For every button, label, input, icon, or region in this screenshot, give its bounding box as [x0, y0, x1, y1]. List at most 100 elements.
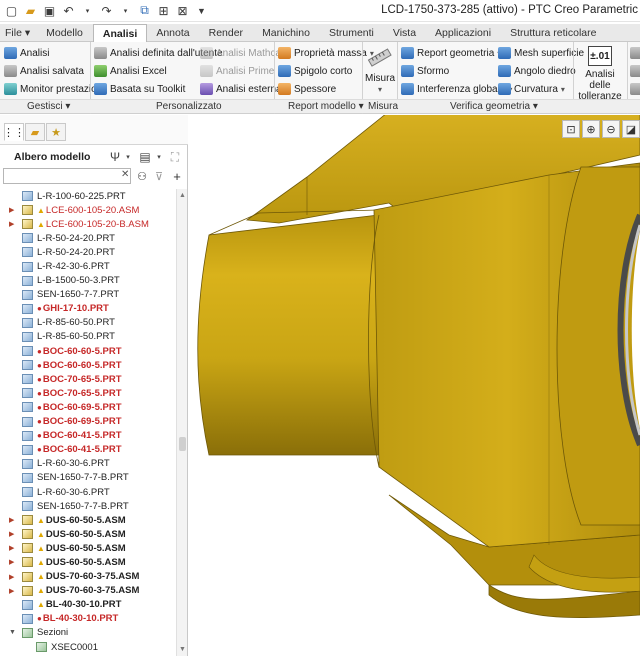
tab-vista[interactable]: Vista [384, 24, 426, 42]
zoom-in-icon[interactable]: ⊕ [582, 120, 600, 138]
scroll-thumb[interactable] [179, 437, 186, 451]
filter-icon[interactable]: ⊽ [152, 169, 166, 183]
tree-item-part[interactable]: L-R-42-30-6.PRT [0, 259, 175, 273]
spessore-button[interactable]: Spessore [278, 81, 336, 97]
add-icon[interactable]: + [170, 169, 184, 184]
new-icon[interactable]: ▢ [3, 2, 20, 19]
zoom-fit-icon[interactable]: ⊡ [562, 120, 580, 138]
misura-button[interactable]: Misura ▾ [365, 46, 395, 95]
tree-scrollbar[interactable]: ▲ ▼ [176, 189, 187, 656]
tab-annota[interactable]: Annota [147, 24, 199, 42]
binoculars-icon[interactable]: ⚇ [135, 169, 149, 183]
interferenza-globale-button[interactable]: Interferenza globale ▾ [401, 81, 512, 97]
tab-applicazioni[interactable]: Applicazioni [426, 24, 501, 42]
tree-item-part[interactable]: L-R-85-60-50.PRT [0, 330, 175, 344]
tree-item-section[interactable]: XSEC0001 [0, 640, 175, 654]
curvatura-button[interactable]: Curvatura ▾ [498, 81, 565, 97]
tree-item-part[interactable]: L-R-100-60-225.PRT [0, 189, 175, 203]
tab-modello[interactable]: Modello [37, 24, 93, 42]
expand-icon[interactable]: ▶ [9, 544, 17, 552]
chevron-down-icon[interactable]: ▾ [120, 149, 136, 165]
model-3d-view[interactable] [189, 115, 640, 656]
expand-icon[interactable]: ▶ [9, 206, 17, 214]
tree-item-part[interactable]: L-R-50-24-20.PRT [0, 231, 175, 245]
tree-item-part[interactable]: ● BOC-60-60-5.PRT [0, 358, 175, 372]
tree-item-assembly[interactable]: ▶ ▲ DUS-60-50-5.ASM [0, 527, 175, 541]
analisi-salvata-button[interactable]: Analisi salvata [4, 63, 84, 79]
more-analysis-button[interactable] [630, 81, 640, 97]
graphics-area[interactable]: ⊡ ⊕ ⊖ ◪ [189, 115, 640, 656]
analisi-button[interactable]: Analisi [4, 45, 49, 61]
expand-icon[interactable]: ▶ [9, 220, 17, 228]
close-window-icon[interactable]: ⊠ [174, 2, 191, 19]
undo-icon[interactable]: ↶ [60, 2, 77, 19]
basata-toolkit-button[interactable]: Basata su Toolkit [94, 81, 185, 97]
tree-item-part[interactable]: ● GHI-17-10.PRT [0, 302, 175, 316]
tree-item-assembly[interactable]: ▶ ▲ DUS-70-60-3-75.ASM [0, 584, 175, 598]
tree-item-part[interactable]: ● BOC-60-60-5.PRT [0, 344, 175, 358]
dropdown-icon[interactable]: ▾ [117, 2, 134, 19]
tab-folder-browser[interactable]: ▰ [25, 123, 45, 141]
tree-item-part[interactable]: L-R-60-30-6.PRT [0, 457, 175, 471]
tree-item-assembly[interactable]: ▶ ▲ DUS-60-50-5.ASM [0, 541, 175, 555]
tree-item-section[interactable]: ▼ Sezioni [0, 626, 175, 640]
repaint-icon[interactable]: ◪ [622, 120, 640, 138]
tree-item-part[interactable]: ● BOC-60-41-5.PRT [0, 443, 175, 457]
tree-item-assembly[interactable]: ▶ ▲ DUS-60-50-5.ASM [0, 513, 175, 527]
tab-model-tree[interactable]: ⋮⋮ [3, 123, 25, 141]
scroll-down-icon[interactable]: ▼ [178, 645, 187, 654]
tab-render[interactable]: Render [200, 24, 253, 42]
scroll-up-icon[interactable]: ▲ [178, 191, 187, 200]
tree-item-part[interactable]: SEN-1650-7-7-B.PRT [0, 471, 175, 485]
customize-icon[interactable]: ▼ [193, 2, 210, 19]
more-analysis-button[interactable] [630, 63, 640, 79]
tree-item-part[interactable]: L-B-1500-50-3.PRT [0, 274, 175, 288]
tree-item-part[interactable]: ● BOC-60-69-5.PRT [0, 400, 175, 414]
tab-manichino[interactable]: Manichino [253, 24, 320, 42]
angolo-diedro-button[interactable]: Angolo diedro [498, 63, 576, 79]
tree-item-part[interactable]: ● BOC-70-65-5.PRT [0, 386, 175, 400]
expand-icon[interactable]: ▶ [9, 516, 17, 524]
tree-item-part[interactable]: ● BOC-60-69-5.PRT [0, 415, 175, 429]
tab-analisi[interactable]: Analisi [92, 24, 148, 43]
tree-item-part[interactable]: L-R-60-30-6.PRT [0, 485, 175, 499]
expand-icon[interactable]: ▶ [9, 558, 17, 566]
tree-search-input[interactable] [3, 168, 131, 184]
tree-item-part[interactable]: L-R-85-60-50.PRT [0, 316, 175, 330]
group-label-verifica-geometria[interactable]: Verifica geometria ▾ [450, 101, 538, 112]
tree-item-assembly[interactable]: ▶ ▲ DUS-60-50-5.ASM [0, 555, 175, 569]
redo-icon[interactable]: ↷ [98, 2, 115, 19]
expand-icon[interactable]: ▶ [9, 587, 17, 595]
expand-icon[interactable]: ▶ [9, 530, 17, 538]
tab-strumenti[interactable]: Strumenti [320, 24, 384, 42]
report-geometria-button[interactable]: Report geometria ▾ [401, 45, 501, 61]
tab-file[interactable]: File ▾ [0, 24, 37, 42]
group-label-report-modello[interactable]: Report modello ▾ [288, 101, 364, 112]
expand-icon[interactable]: ▶ [9, 573, 17, 581]
more-analysis-button[interactable] [630, 45, 640, 61]
zoom-out-icon[interactable]: ⊖ [602, 120, 620, 138]
chevron-down-icon[interactable]: ▾ [151, 149, 167, 165]
analisi-prime-button[interactable]: Analisi Prime [200, 63, 274, 79]
tree-item-part[interactable]: ● BOC-60-41-5.PRT [0, 429, 175, 443]
windows-icon[interactable]: ⊞ [155, 2, 172, 19]
tab-favorites[interactable]: ★ [46, 123, 66, 141]
tab-struttura-reticolare[interactable]: Struttura reticolare [501, 24, 606, 42]
open-icon[interactable]: ▰ [22, 2, 39, 19]
tree-item-part[interactable]: SEN-1650-7-7.PRT [0, 288, 175, 302]
save-icon[interactable]: ▣ [41, 2, 58, 19]
tree-item-part[interactable]: L-R-50-24-20.PRT [0, 245, 175, 259]
tree-item-assembly[interactable]: ▶ ▲ LCE-600-105-20.ASM [0, 203, 175, 217]
tree-item-part[interactable]: ● BOC-70-65-5.PRT [0, 372, 175, 386]
tree-item-part[interactable]: ● BL-40-30-10.PRT [0, 612, 175, 626]
tree-item-assembly[interactable]: ▶ ▲ DUS-70-60-3-75.ASM [0, 570, 175, 584]
proprieta-massa-button[interactable]: Proprietà massa ▾ [278, 45, 374, 61]
spigolo-corto-button[interactable]: Spigolo corto [278, 63, 352, 79]
clear-icon[interactable]: ✕ [121, 169, 129, 180]
tree-item-part[interactable]: SEN-1650-7-7-B.PRT [0, 499, 175, 513]
tree-item-part[interactable]: ▲ BL-40-30-10.PRT [0, 598, 175, 612]
tree-item-assembly[interactable]: ▶ ▲ LCE-600-105-20-B.ASM [0, 217, 175, 231]
filter-icon[interactable]: ⛶ [167, 149, 183, 165]
analisi-tolleranze-button[interactable]: ±.01 Analisi delle tolleranze [574, 46, 626, 102]
regenerate-icon[interactable]: ⧉ [136, 2, 153, 19]
